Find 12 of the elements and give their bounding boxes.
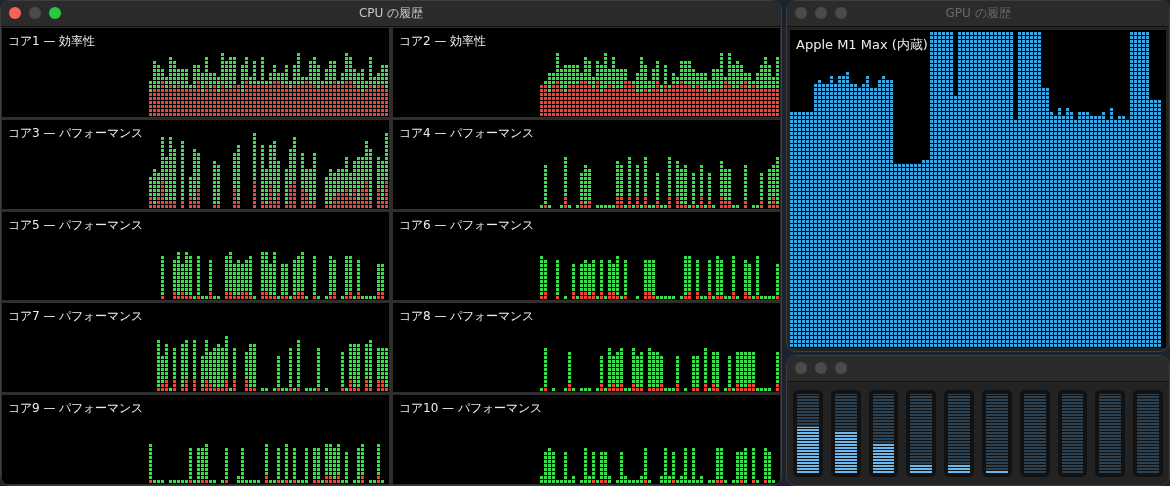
core-label: コア5 — パフォーマンス: [8, 216, 144, 234]
core-label: コア8 — パフォーマンス: [399, 308, 535, 326]
gpu-label: Apple M1 Max (内蔵): [796, 36, 928, 54]
core-label: コア4 — パフォーマンス: [399, 124, 535, 142]
core-label: コア1 — 効率性: [8, 33, 96, 50]
core-label: コア9 — パフォーマンス: [8, 400, 144, 418]
core-label: コア10 — パフォーマンス: [399, 400, 542, 418]
core-label: コア3 — パフォーマンス: [8, 124, 144, 142]
core-label: コア6 — パフォーマンス: [399, 216, 535, 234]
core-label: コア2 — 効率性: [399, 33, 487, 50]
window-title: CPU の履歴: [358, 5, 424, 22]
core-label: コア7 — パフォーマンス: [8, 308, 144, 326]
